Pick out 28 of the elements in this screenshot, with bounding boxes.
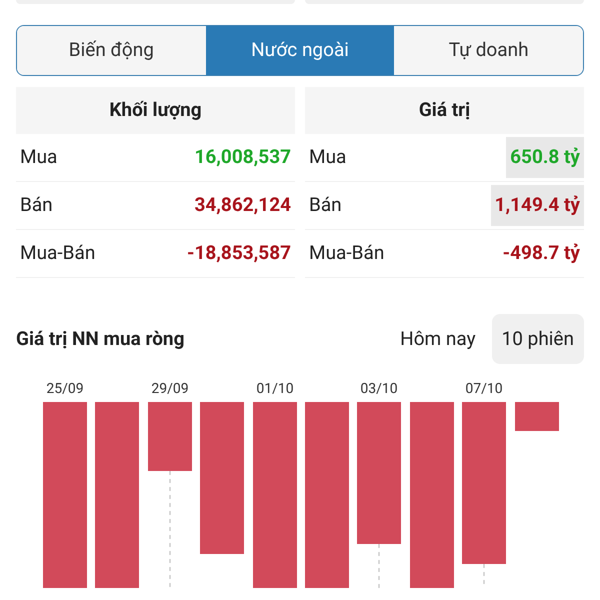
grid-line xyxy=(378,544,380,588)
value-cell-text: 34,862,124 xyxy=(193,192,292,218)
period-toggle[interactable]: Hôm nay xyxy=(390,314,486,364)
date-label: 07/10 xyxy=(465,381,503,397)
value-cell-text: 16,008,537 xyxy=(193,144,292,170)
date-label: 29/09 xyxy=(151,381,189,397)
tab[interactable]: Tự doanh xyxy=(394,26,583,75)
value-cell-text: -18,853,587 xyxy=(186,240,292,266)
column-header: Khối lượng xyxy=(109,97,202,124)
row-label: Bán xyxy=(20,192,53,218)
date-label: 01/10 xyxy=(256,381,294,397)
row-label: Mua xyxy=(20,144,58,170)
tab[interactable]: Nước ngoài xyxy=(206,26,394,75)
value-cell: 1,149.4 tỷ xyxy=(490,185,584,226)
period-toggle[interactable]: 10 phiên xyxy=(492,314,584,364)
row-label: Mua-Bán xyxy=(309,240,384,266)
row-label: Bán xyxy=(309,192,342,218)
tab[interactable]: Biến động xyxy=(17,26,206,75)
bar xyxy=(148,402,192,471)
date-label: 25/09 xyxy=(46,381,84,397)
row-label: Mua-Bán xyxy=(20,240,96,266)
value-cell: 650.8 tỷ xyxy=(506,137,584,178)
value-cell-text: -498.7 tỷ xyxy=(502,240,581,266)
bar xyxy=(515,402,559,431)
chart-title: Giá trị NN mua ròng xyxy=(16,326,184,352)
date-label: 03/10 xyxy=(360,381,398,397)
column-header: Giá trị xyxy=(418,97,470,124)
row-label: Mua xyxy=(309,144,346,170)
